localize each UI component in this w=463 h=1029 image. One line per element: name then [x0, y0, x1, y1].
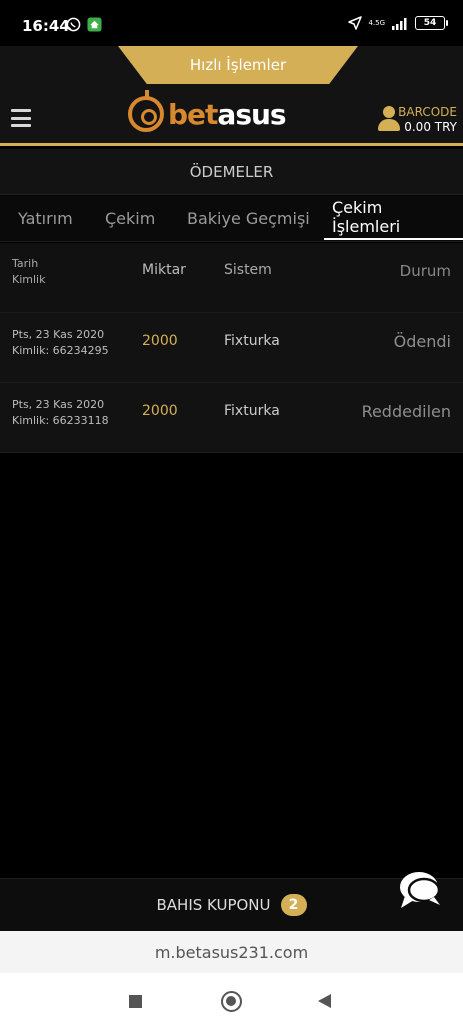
user-icon[interactable] — [378, 106, 400, 132]
row-id: Kimlik: 66234295 — [12, 344, 109, 357]
table-header-row: Tarih Kimlik Miktar Sistem Durum — [0, 243, 463, 313]
network-type-label: 4.5G — [368, 18, 385, 27]
site-logo[interactable]: betasus — [128, 90, 287, 132]
row-date: Pts, 23 Kas 2020 — [12, 398, 105, 411]
payment-tabs: Yatırım Çekim Bakiye Geçmişi Çekim İşlem… — [0, 196, 463, 242]
table-row: Pts, 23 Kas 2020 Kimlik: 66233118 2000 F… — [0, 383, 463, 453]
header-system: Sistem — [224, 262, 272, 278]
row-date-id: Pts, 23 Kas 2020 Kimlik: 66233118 — [12, 397, 109, 429]
home-icon[interactable] — [221, 991, 242, 1012]
notification-icons — [66, 17, 102, 32]
back-icon[interactable] — [318, 994, 331, 1008]
menu-icon[interactable] — [11, 109, 31, 127]
logo-mark-icon — [128, 90, 164, 132]
row-amount: 2000 — [142, 333, 178, 349]
bet-coupon-count-badge: 2 — [280, 894, 307, 916]
chat-bubbles-icon[interactable] — [398, 868, 444, 912]
status-bar: 16:44 4.5G 54 — [0, 0, 463, 46]
browser-url-bar[interactable]: m.betasus231.com — [0, 931, 463, 973]
account-balance: 0.00 TRY — [404, 120, 457, 134]
page-title: ÖDEMELER — [0, 149, 463, 195]
system-indicators: 4.5G 54 — [348, 16, 448, 30]
location-arrow-icon — [348, 16, 363, 30]
withdraw-transactions-table: Tarih Kimlik Miktar Sistem Durum Pts, 23… — [0, 243, 463, 453]
network-indicator: 4.5G — [368, 18, 385, 27]
row-status: Ödendi — [393, 332, 451, 351]
logo-text: betasus — [168, 97, 287, 131]
system-nav-bar — [0, 973, 463, 1029]
browser-url-text: m.betasus231.com — [154, 942, 309, 962]
header-date: Tarih — [12, 257, 39, 270]
row-status: Reddedilen — [361, 402, 451, 421]
bet-coupon-bar[interactable]: BAHIS KUPONU 2 — [0, 878, 463, 931]
site-header: Hızlı İşlemler betasus BARCODE 0.00 TRY — [0, 46, 463, 146]
battery-icon: 54 — [415, 16, 448, 30]
header-date-id: Tarih Kimlik — [12, 256, 45, 288]
account-name[interactable]: BARCODE — [398, 105, 457, 119]
logo-text-part1: bet — [168, 97, 218, 131]
row-date-id: Pts, 23 Kas 2020 Kimlik: 66234295 — [12, 327, 109, 359]
home-app-icon — [87, 17, 102, 32]
header-amount: Miktar — [142, 262, 186, 278]
status-time: 16:44 — [22, 17, 70, 35]
header-id: Kimlik — [12, 273, 46, 286]
row-date: Pts, 23 Kas 2020 — [12, 328, 105, 341]
row-system: Fixturka — [224, 333, 280, 349]
whatsapp-icon — [66, 17, 81, 32]
row-system: Fixturka — [224, 403, 280, 419]
quick-actions-tab[interactable]: Hızlı İşlemler — [118, 46, 358, 84]
tab-withdraw[interactable]: Çekim — [105, 196, 155, 240]
table-row: Pts, 23 Kas 2020 Kimlik: 66234295 2000 F… — [0, 313, 463, 383]
tab-deposit[interactable]: Yatırım — [18, 196, 73, 240]
row-amount: 2000 — [142, 403, 178, 419]
tab-balance-history[interactable]: Bakiye Geçmişi — [187, 196, 310, 240]
row-id: Kimlik: 66233118 — [12, 414, 109, 427]
recent-apps-icon[interactable] — [129, 995, 142, 1008]
logo-text-part2: asus — [217, 97, 286, 131]
tab-withdraw-transactions[interactable]: Çekim İşlemleri — [324, 196, 463, 240]
header-status: Durum — [399, 262, 451, 280]
bet-coupon-label: BAHIS KUPONU — [156, 896, 271, 914]
battery-level: 54 — [423, 18, 437, 28]
signal-strength-icon — [392, 17, 407, 30]
